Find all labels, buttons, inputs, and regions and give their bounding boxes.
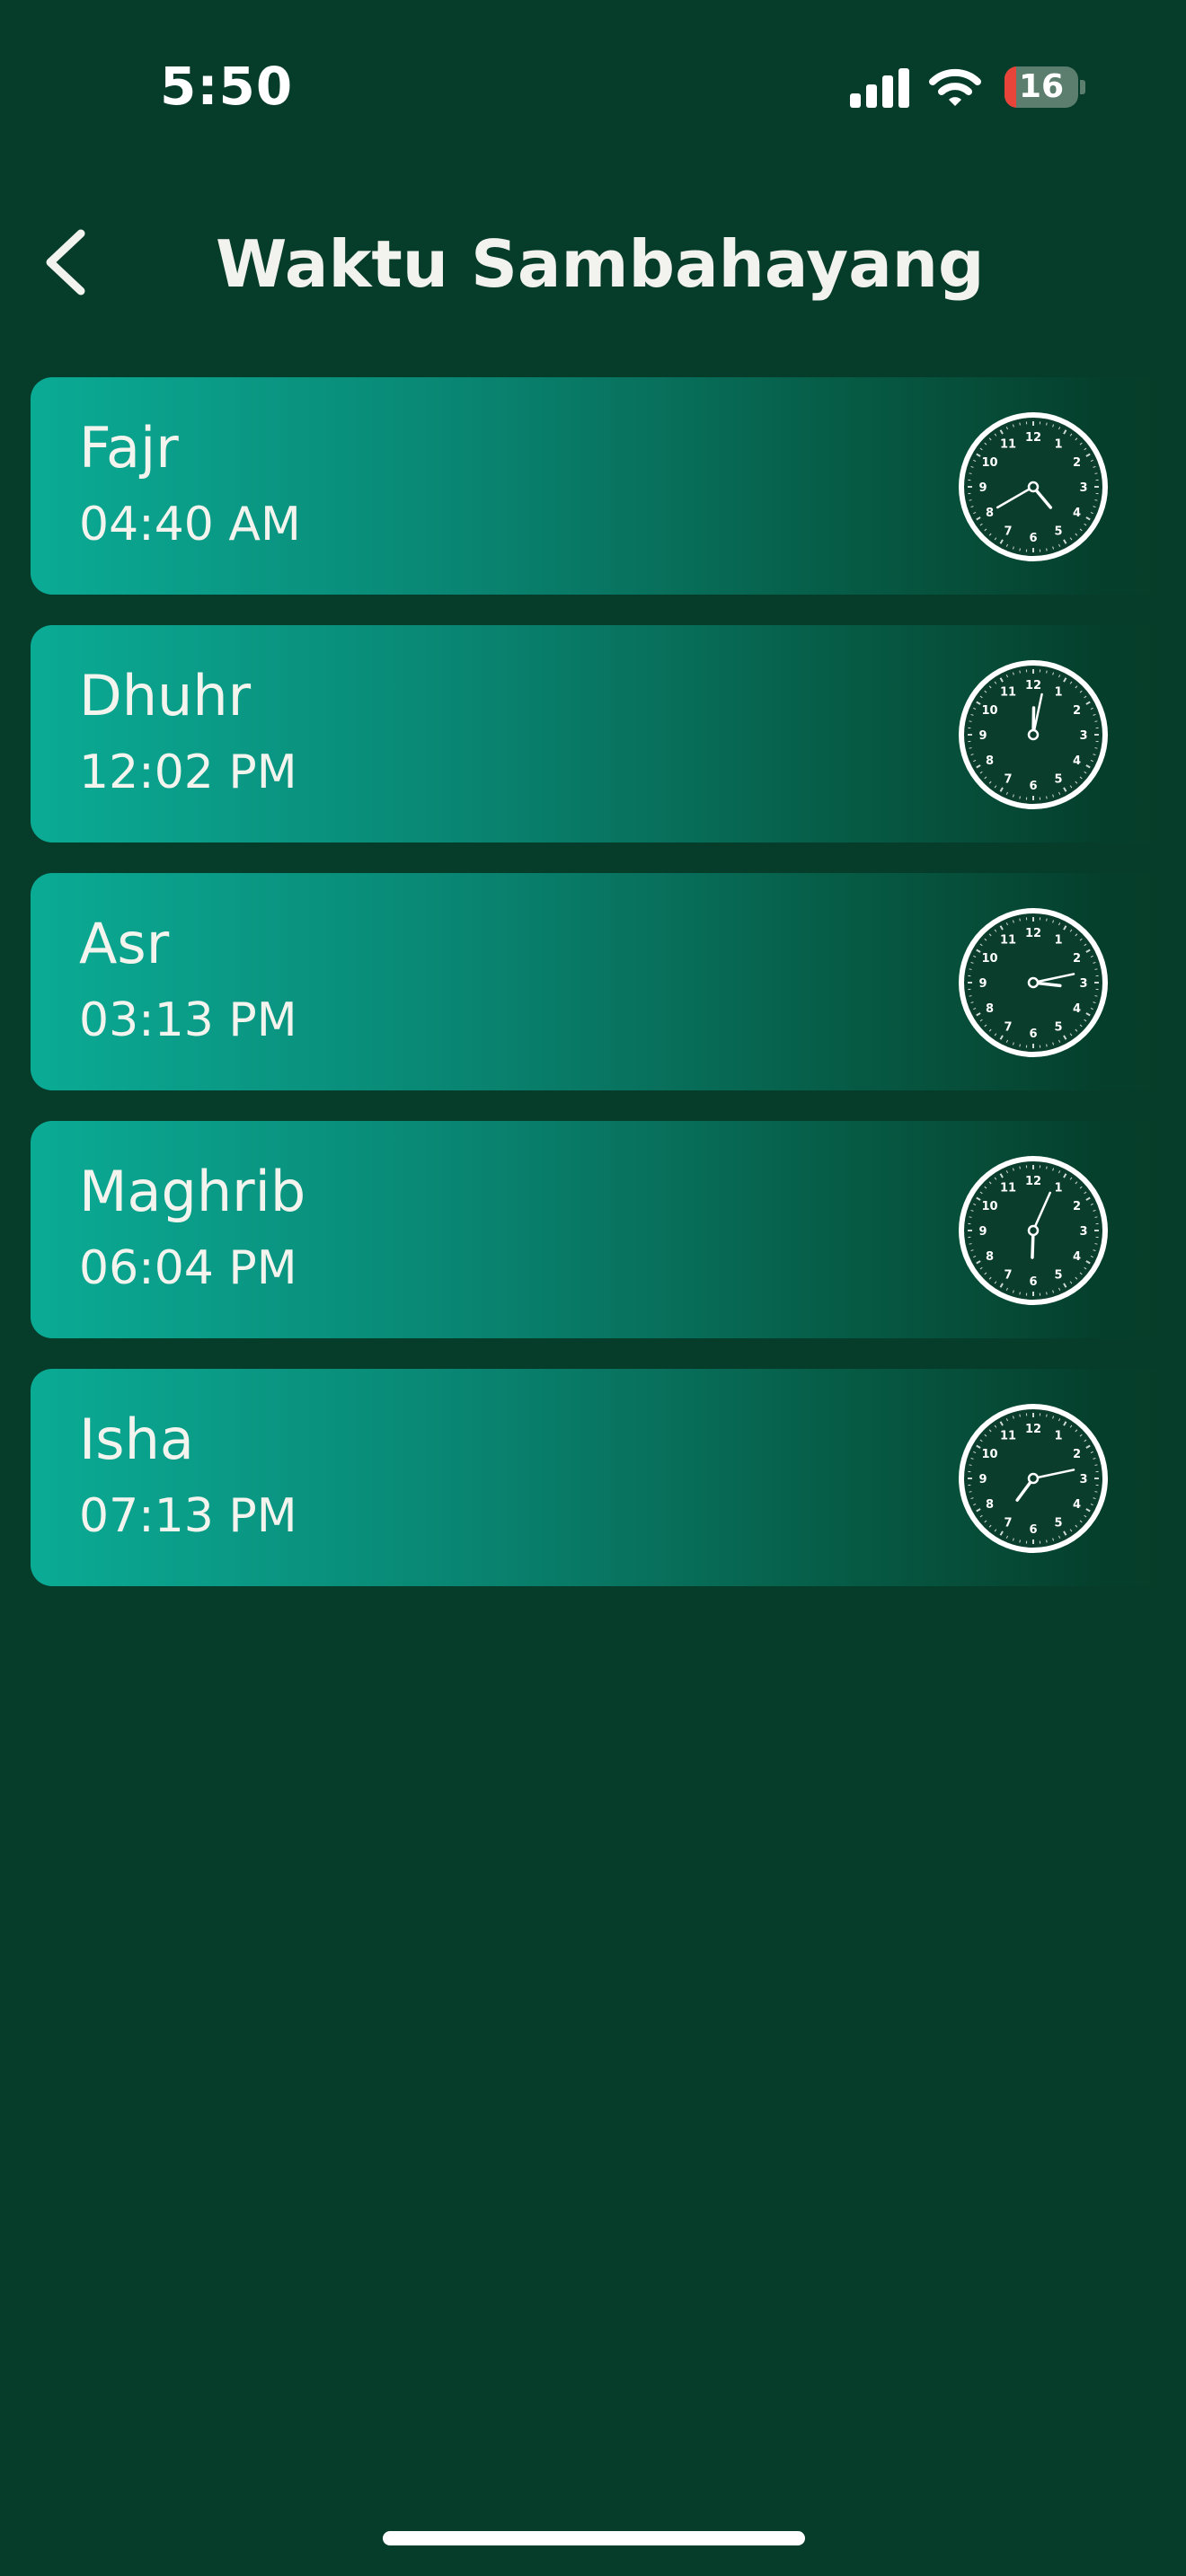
svg-text:1: 1 [1054, 438, 1062, 452]
svg-text:10: 10 [981, 1448, 997, 1461]
svg-text:10: 10 [981, 704, 997, 718]
prayer-card-fajr[interactable]: Fajr 04:40 AM 1 2 3 4 5 6 7 8 9 10 11 12 [31, 377, 1181, 595]
prayer-card-dhuhr[interactable]: Dhuhr 12:02 PM 1 2 3 4 5 6 7 8 9 10 11 12 [31, 625, 1181, 842]
prayer-card-isha[interactable]: Isha 07:13 PM 1 2 3 4 5 6 7 8 9 10 11 12 [31, 1369, 1181, 1586]
svg-text:4: 4 [1073, 1498, 1081, 1512]
svg-text:8: 8 [986, 1002, 994, 1016]
home-indicator[interactable] [383, 2531, 805, 2545]
prayer-card-maghrib[interactable]: Maghrib 06:04 PM 1 2 3 4 5 6 7 8 9 10 11 12 [31, 1121, 1181, 1338]
svg-text:4: 4 [1073, 1250, 1081, 1264]
svg-text:7: 7 [1004, 772, 1012, 786]
back-button[interactable] [36, 226, 99, 298]
svg-text:9: 9 [978, 1473, 987, 1486]
svg-text:4: 4 [1073, 1002, 1081, 1016]
prayer-name: Dhuhr [79, 663, 252, 728]
svg-text:7: 7 [1004, 1020, 1012, 1034]
svg-text:11: 11 [1000, 686, 1016, 700]
svg-text:10: 10 [981, 1200, 997, 1213]
prayer-name: Asr [79, 911, 170, 976]
svg-text:5: 5 [1054, 772, 1062, 786]
svg-text:8: 8 [986, 754, 994, 768]
svg-text:6: 6 [1029, 532, 1037, 545]
svg-text:1: 1 [1054, 934, 1062, 948]
svg-text:11: 11 [1000, 438, 1016, 452]
prayer-name: Isha [79, 1407, 194, 1472]
svg-text:1: 1 [1054, 686, 1062, 700]
battery-level: 16 [1018, 68, 1065, 105]
svg-text:6: 6 [1029, 1523, 1037, 1537]
page-title: Waktu Sambahayang [216, 226, 985, 302]
svg-text:6: 6 [1029, 780, 1037, 793]
svg-text:3: 3 [1079, 977, 1087, 991]
svg-text:4: 4 [1073, 507, 1081, 520]
svg-text:10: 10 [981, 952, 997, 966]
clock-icon: 123456789101112 [959, 908, 1108, 1057]
svg-text:11: 11 [1000, 934, 1016, 948]
svg-text:2: 2 [1073, 1200, 1081, 1213]
signal-bar [882, 75, 893, 108]
prayer-name: Maghrib [79, 1159, 306, 1224]
svg-text:3: 3 [1079, 481, 1087, 495]
svg-text:12: 12 [1025, 431, 1041, 445]
svg-text:3: 3 [1079, 1473, 1087, 1486]
svg-text:12: 12 [1025, 1423, 1041, 1436]
svg-text:8: 8 [986, 1498, 994, 1512]
prayer-time: 03:13 PM [79, 993, 297, 1047]
prayer-time: 04:40 AM [79, 498, 301, 551]
clock-icon: 123456789101112 [959, 412, 1108, 561]
prayer-time: 07:13 PM [79, 1489, 297, 1543]
svg-text:11: 11 [1000, 1430, 1016, 1443]
signal-bar [850, 93, 861, 108]
prayer-card-asr[interactable]: Asr 03:13 PM 1 2 3 4 5 6 7 8 9 10 11 12 [31, 873, 1181, 1090]
svg-text:4: 4 [1073, 754, 1081, 768]
svg-text:8: 8 [986, 1250, 994, 1264]
svg-text:10: 10 [981, 456, 997, 470]
svg-text:7: 7 [1004, 525, 1012, 538]
prayer-times-list: Fajr 04:40 AM 1 2 3 4 5 6 7 8 9 10 11 12 Dhuhr 12:0… [31, 377, 1181, 1617]
svg-text:8: 8 [986, 507, 994, 520]
prayer-time: 12:02 PM [79, 745, 297, 799]
svg-text:12: 12 [1025, 1175, 1041, 1188]
svg-text:2: 2 [1073, 456, 1081, 470]
svg-text:6: 6 [1029, 1028, 1037, 1041]
prayer-name: Fajr [79, 415, 179, 481]
wifi-icon [929, 66, 981, 108]
prayer-time: 06:04 PM [79, 1241, 297, 1295]
svg-text:3: 3 [1079, 1225, 1087, 1239]
svg-text:2: 2 [1073, 1448, 1081, 1461]
clock-icon: 123456789101112 [959, 1404, 1108, 1553]
chevron-left-icon [46, 229, 85, 296]
svg-text:7: 7 [1004, 1268, 1012, 1282]
signal-bar [898, 68, 909, 108]
svg-text:1: 1 [1054, 1430, 1062, 1443]
svg-text:1: 1 [1054, 1182, 1062, 1195]
svg-text:2: 2 [1073, 952, 1081, 966]
svg-text:5: 5 [1054, 1516, 1062, 1530]
signal-bar [866, 84, 877, 108]
svg-text:2: 2 [1073, 704, 1081, 718]
clock-icon: 123456789101112 [959, 1156, 1108, 1305]
svg-text:5: 5 [1054, 525, 1062, 538]
svg-text:12: 12 [1025, 679, 1041, 693]
clock-icon: 123456789101112 [959, 660, 1108, 809]
status-time: 5:50 [160, 56, 294, 117]
cellular-signal-icon [850, 68, 909, 108]
svg-text:5: 5 [1054, 1020, 1062, 1034]
svg-text:6: 6 [1029, 1275, 1037, 1289]
svg-text:11: 11 [1000, 1182, 1016, 1195]
battery-icon: 16 [1005, 66, 1085, 108]
svg-text:9: 9 [978, 1225, 987, 1239]
svg-text:9: 9 [978, 481, 987, 495]
svg-text:9: 9 [978, 729, 987, 743]
svg-text:3: 3 [1079, 729, 1087, 743]
svg-text:5: 5 [1054, 1268, 1062, 1282]
svg-text:12: 12 [1025, 927, 1041, 940]
svg-text:7: 7 [1004, 1516, 1012, 1530]
svg-text:9: 9 [978, 977, 987, 991]
